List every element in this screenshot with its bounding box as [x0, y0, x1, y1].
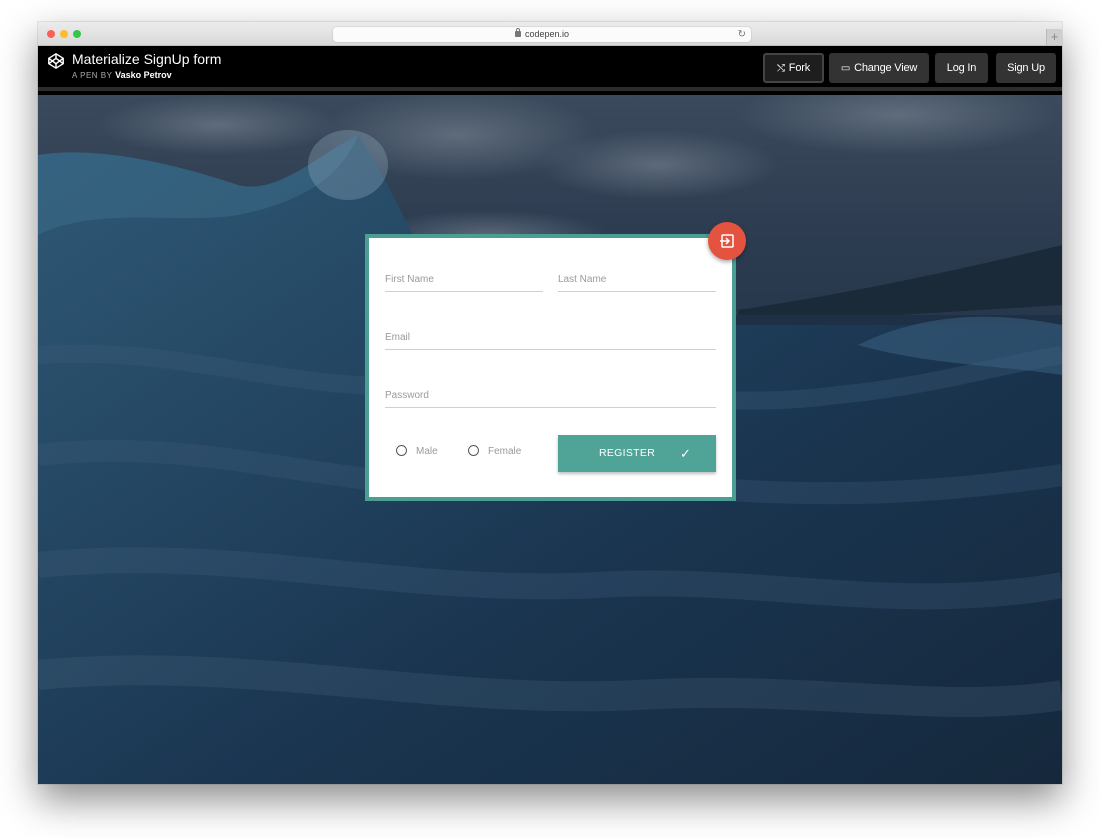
- pen-title[interactable]: Materialize SignUp form: [72, 51, 221, 67]
- gender-radio-female[interactable]: Female: [468, 445, 522, 458]
- pen-author-prefix: A PEN BY: [72, 71, 113, 80]
- signin-icon: [720, 234, 734, 248]
- address-bar-url: codepen.io: [524, 29, 570, 39]
- codepen-logo-icon: [48, 53, 64, 69]
- lock-icon: [514, 27, 521, 37]
- log-in-button[interactable]: Log In: [935, 53, 988, 83]
- gender-radio-male[interactable]: Male: [396, 445, 438, 458]
- gender-female-label: Female: [488, 446, 522, 458]
- pen-author-name[interactable]: Vasko Petrov: [115, 70, 172, 80]
- first-name-field[interactable]: First Name: [385, 262, 543, 292]
- codepen-header: Materialize SignUp form A PEN BY Vasko P…: [38, 46, 1062, 91]
- close-window-button[interactable]: [47, 30, 55, 38]
- layout-icon: ▭: [840, 63, 851, 74]
- checkmark-icon: ✓: [680, 446, 692, 461]
- change-view-label: Change View: [854, 62, 918, 74]
- fork-icon: ⤭: [776, 63, 785, 74]
- fork-label: Fork: [788, 62, 810, 74]
- first-name-label: First Name: [385, 274, 434, 285]
- browser-titlebar: codepen.io ↻ +: [38, 22, 1062, 46]
- gender-male-label: Male: [416, 446, 438, 458]
- minimize-window-button[interactable]: [60, 30, 68, 38]
- radio-circle-icon[interactable]: [396, 445, 407, 456]
- signin-fab-button[interactable]: [708, 222, 746, 260]
- reload-icon[interactable]: ↻: [738, 27, 746, 42]
- zoom-window-button[interactable]: [73, 30, 81, 38]
- address-bar[interactable]: codepen.io ↻: [333, 27, 751, 42]
- last-name-field[interactable]: Last Name: [558, 262, 716, 292]
- browser-window: codepen.io ↻ + Materialize SignUp form A…: [38, 22, 1062, 784]
- fork-button[interactable]: ⤭ Fork: [763, 53, 824, 83]
- signup-card: First Name Last Name Email Password Male…: [365, 234, 736, 501]
- email-field[interactable]: Email: [385, 320, 716, 350]
- email-label: Email: [385, 332, 411, 343]
- sign-up-button[interactable]: Sign Up: [996, 53, 1056, 83]
- password-label: Password: [385, 390, 429, 401]
- pen-author: A PEN BY Vasko Petrov: [72, 70, 172, 80]
- new-tab-button[interactable]: +: [1046, 29, 1062, 45]
- register-button[interactable]: REGISTER ✓: [558, 435, 716, 472]
- last-name-label: Last Name: [558, 274, 607, 285]
- change-view-button[interactable]: ▭ Change View: [829, 53, 929, 83]
- register-label: REGISTER: [599, 447, 656, 459]
- password-field[interactable]: Password: [385, 378, 716, 408]
- radio-circle-icon[interactable]: [468, 445, 479, 456]
